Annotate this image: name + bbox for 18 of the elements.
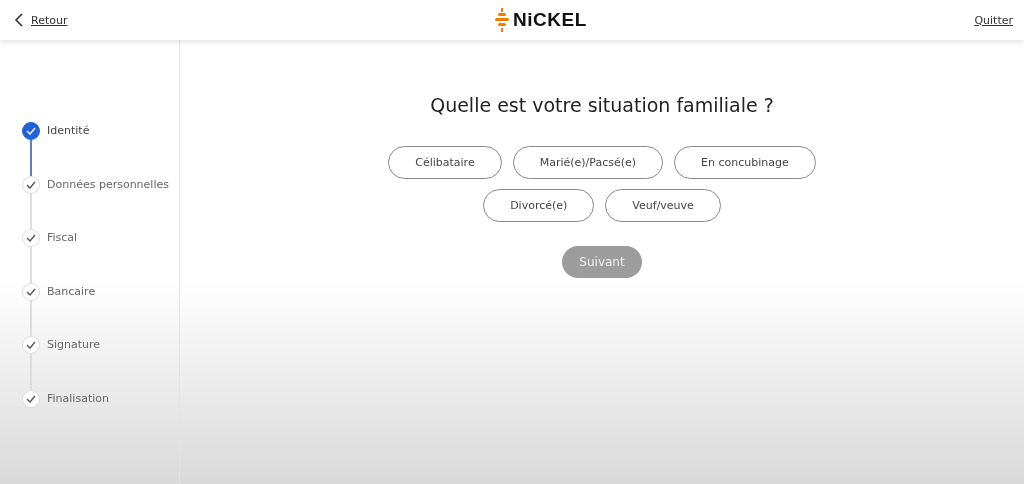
step-label[interactable]: Bancaire [47, 282, 96, 301]
option-button[interactable]: Veuf/veuve [605, 189, 721, 222]
option-button[interactable]: Célibataire [388, 146, 502, 179]
check-icon [22, 122, 40, 140]
step-label[interactable]: Fiscal [47, 229, 78, 247]
step-label[interactable]: Données personnelles [47, 175, 169, 194]
option-button[interactable]: Divorcé(e) [483, 189, 595, 222]
question-title: Quelle est votre situation familiale ? [430, 94, 774, 116]
chevron-left-icon [14, 13, 23, 27]
step-label[interactable]: Signature [47, 336, 101, 354]
logo-text: NiCKEL [513, 9, 587, 31]
step-label[interactable]: Identité [47, 122, 90, 140]
step-label[interactable]: Finalisation [47, 389, 109, 408]
quit-link[interactable]: Quitter [974, 13, 1013, 27]
option-button[interactable]: Marié(e)/Pacsé(e) [512, 146, 664, 179]
option-button[interactable]: En concubinage [674, 146, 816, 179]
logo-icon [495, 8, 510, 32]
back-link[interactable]: Retour [14, 13, 68, 27]
